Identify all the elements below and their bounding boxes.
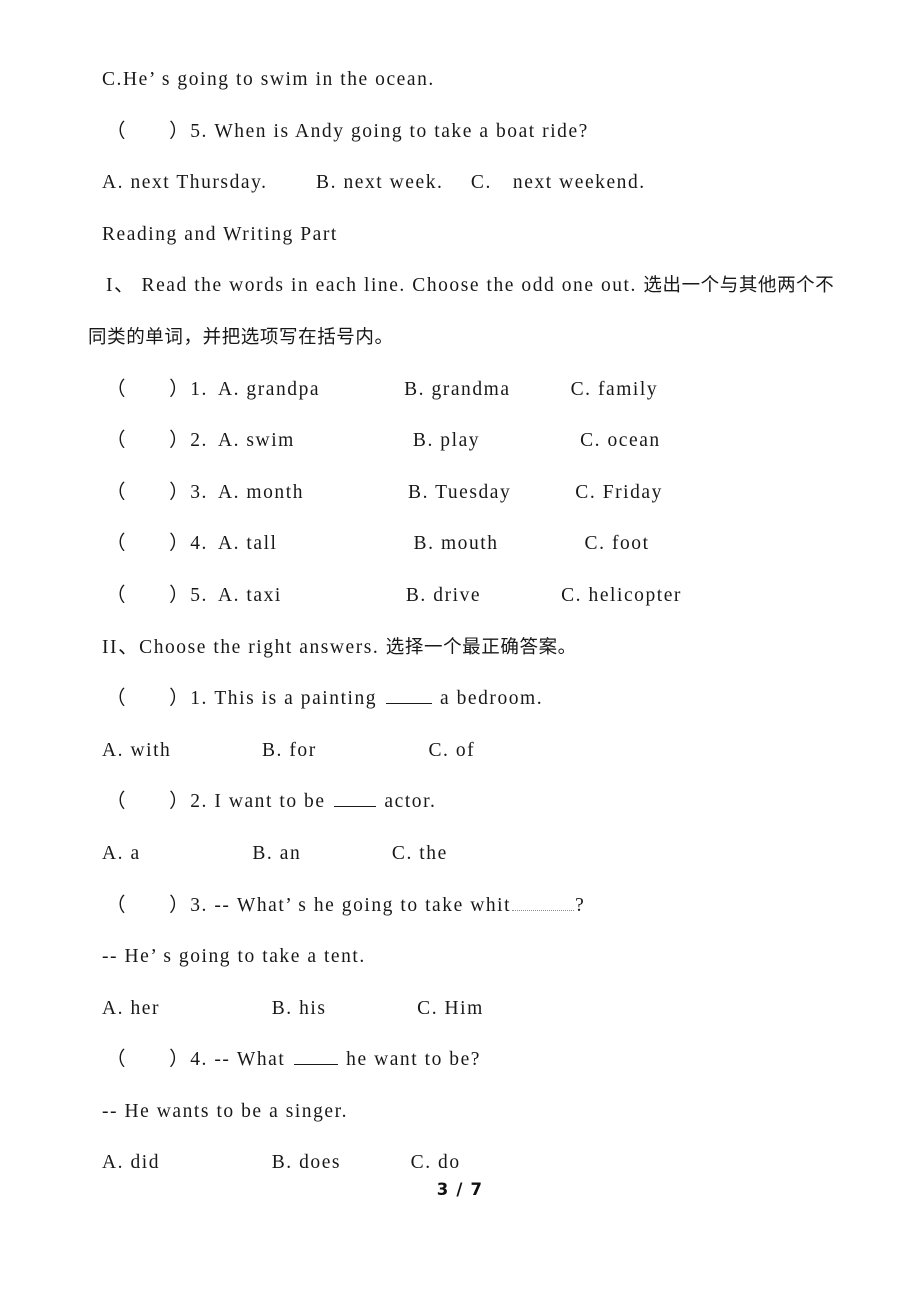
list-item: （ ）2. A. swim B. play C. ocean <box>88 415 836 467</box>
option-c-5[interactable]: C. helicopter <box>561 585 682 606</box>
list-item: （ ）5. A. taxi B. drive C. helicopter <box>88 570 836 622</box>
part-one-instruction-en: I、 Read the words in each line. Choose t… <box>106 275 644 297</box>
question-3-reply: -- He’ s going to take a tent. <box>102 946 366 968</box>
part-one-instruction-cn-2: 的单词，并把选项写在括号内。 <box>126 326 394 348</box>
document-body: C.He’ s going to swim in the ocean. （ ）5… <box>88 54 836 1189</box>
option-c-1[interactable]: C. family <box>571 379 659 400</box>
listening-option-c: C.He’ s going to swim in the ocean. <box>102 69 435 90</box>
question-4-suffix: he want to be? <box>339 1049 482 1071</box>
question-2-suffix: actor. <box>377 791 437 813</box>
answer-bracket-3[interactable]: （ ） <box>106 482 190 503</box>
answer-bracket-1[interactable]: （ ） <box>106 379 190 400</box>
item-number-5: 5. <box>190 584 208 606</box>
listening-question-5-options: A. next Thursday. B. next week. C. next … <box>102 172 646 194</box>
fill-blank-3[interactable] <box>512 892 575 911</box>
list-item: （ ）3. A. month B. Tuesday C. Friday <box>88 467 836 519</box>
item-number-3: 3. <box>190 481 208 503</box>
option-a-3[interactable]: A. month <box>218 482 304 503</box>
part-two-instruction: II、Choose the right answers. 选择一个最正确答案。 <box>88 622 836 674</box>
option-a-5[interactable]: A. taxi <box>218 585 282 606</box>
item-number-1: 1. <box>190 378 208 400</box>
question-3-options[interactable]: A. her B. his C. Him <box>88 983 836 1035</box>
fill-blank-1[interactable] <box>385 685 432 705</box>
question-2-prefix[interactable]: （ ）2. I want to be <box>106 791 332 812</box>
option-b-4[interactable]: B. mouth <box>414 533 499 554</box>
option-b-2[interactable]: B. play <box>413 430 480 451</box>
question-stem-2: （ ）2. I want to be actor. <box>88 776 836 828</box>
list-item: （ ）4. A. tall B. mouth C. foot <box>88 518 836 570</box>
part-two-instruction-cn: 选择一个最正确答案。 <box>385 636 577 658</box>
option-c-3[interactable]: C. Friday <box>575 482 663 503</box>
option-a-1[interactable]: A. grandpa <box>218 379 320 400</box>
page-number-footer: 3 / 7 <box>436 1180 484 1199</box>
part-one-instruction: I、 Read the words in each line. Choose t… <box>88 260 836 363</box>
question-3-prefix[interactable]: （ ）3. -- What’ s he going to take whit <box>106 895 511 916</box>
option-c-2[interactable]: C. ocean <box>580 430 661 451</box>
part-two-instruction-en: II、Choose the right answers. <box>102 636 386 658</box>
listening-question-5: （ ）5. When is Andy going to take a boat … <box>106 120 589 142</box>
question-2-options[interactable]: A. a B. an C. the <box>88 828 836 880</box>
answer-bracket-2[interactable]: （ ） <box>106 430 190 451</box>
exam-page: C.He’ s going to swim in the ocean. （ ）5… <box>0 0 920 1302</box>
question-stem-3: （ ）3. -- What’ s he going to take whit? <box>88 880 836 932</box>
question-stem-1: （ ）1. This is a painting a bedroom. <box>88 673 836 725</box>
item-number-2: 2. <box>190 430 208 452</box>
option-b-1[interactable]: B. grandma <box>404 379 510 400</box>
section-heading-reading-writing: Reading and Writing Part <box>102 223 338 245</box>
fill-blank-2[interactable] <box>333 788 376 808</box>
question-4-reply: -- He wants to be a singer. <box>102 1100 348 1122</box>
question-4-prefix[interactable]: （ ）4. -- What <box>106 1049 292 1070</box>
question-1-options[interactable]: A. with B. for C. of <box>88 725 836 777</box>
question-1-prefix[interactable]: （ ）1. This is a painting <box>106 688 384 709</box>
option-c-4[interactable]: C. foot <box>585 533 650 554</box>
question-3-suffix: ? <box>575 894 586 916</box>
option-b-3[interactable]: B. Tuesday <box>408 482 511 503</box>
option-a-4[interactable]: A. tall <box>218 533 278 554</box>
list-item: （ ）1. A. grandpa B. grandma C. family <box>88 364 836 416</box>
question-stem-4: （ ）4. -- What he want to be? <box>88 1034 836 1086</box>
option-a-2[interactable]: A. swim <box>218 430 295 451</box>
item-number-4: 4. <box>190 533 208 555</box>
answer-bracket-5[interactable]: （ ） <box>106 585 190 606</box>
option-b-5[interactable]: B. drive <box>406 585 481 606</box>
fill-blank-4[interactable] <box>293 1046 338 1066</box>
question-1-suffix: a bedroom. <box>433 688 544 710</box>
answer-bracket-4[interactable]: （ ） <box>106 533 190 554</box>
